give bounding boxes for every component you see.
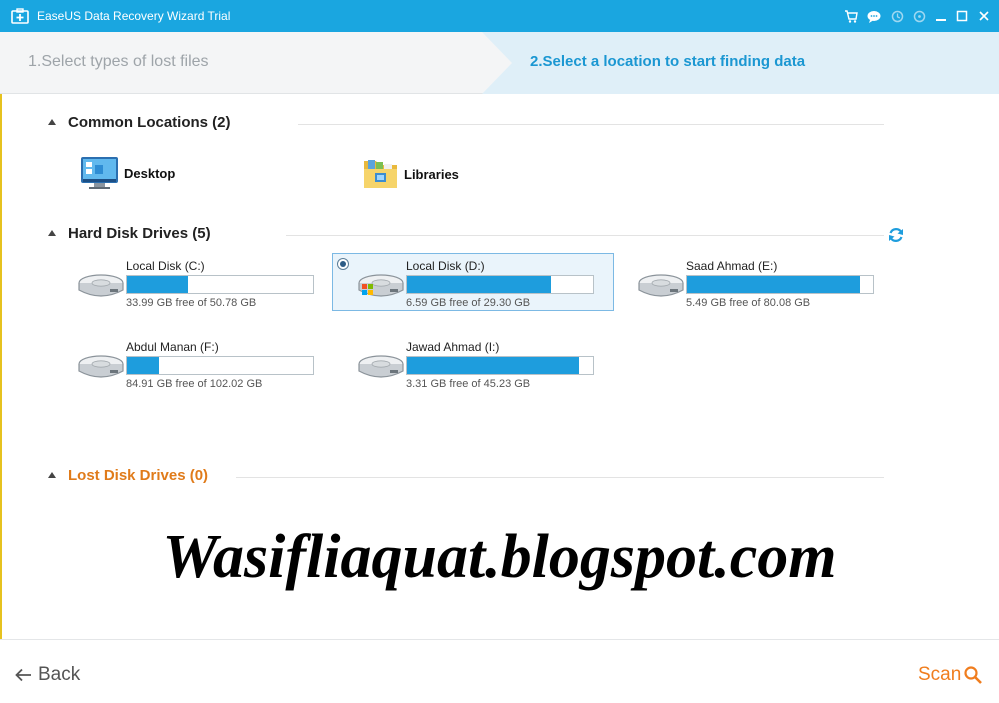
scan-button[interactable]: Scan bbox=[918, 664, 983, 686]
drive-tile[interactable]: Local Disk (C:) 33.99 GB free of 50.78 GB bbox=[53, 254, 335, 312]
drive-tile[interactable]: Abdul Manan (F:) 84.91 GB free of 102.02 … bbox=[53, 335, 335, 393]
window-title: EaseUS Data Recovery Wizard Trial bbox=[37, 9, 231, 23]
drive-name: Local Disk (C:) bbox=[126, 259, 205, 273]
drive-name: Local Disk (D:) bbox=[406, 259, 485, 273]
location-desktop[interactable]: Desktop bbox=[80, 155, 175, 191]
collapse-lost-icon[interactable] bbox=[48, 472, 56, 478]
drive-free-space: 5.49 GB free of 80.08 GB bbox=[686, 297, 811, 309]
libraries-label: Libraries bbox=[404, 166, 459, 182]
usage-bar-fill bbox=[687, 276, 860, 293]
drive-tile[interactable]: Saad Ahmad (E:) 5.49 GB free of 80.08 GB bbox=[613, 254, 895, 312]
scan-label: Scan bbox=[918, 664, 962, 685]
usage-bar-fill bbox=[127, 357, 159, 374]
common-locations-title: Common Locations (2) bbox=[68, 114, 231, 131]
title-bar[interactable]: EaseUS Data Recovery Wizard Trial bbox=[0, 0, 999, 32]
usage-bar bbox=[406, 275, 594, 294]
section-divider bbox=[236, 477, 884, 478]
step-1-label[interactable]: 1.Select types of lost files bbox=[28, 53, 209, 71]
usage-bar bbox=[406, 356, 594, 375]
drive-name: Jawad Ahmad (I:) bbox=[406, 340, 500, 354]
back-arrow-icon bbox=[15, 668, 31, 682]
footer: Back Scan bbox=[0, 639, 999, 703]
step-2-label: 2.Select a location to start finding dat… bbox=[530, 53, 806, 70]
section-divider bbox=[298, 124, 884, 125]
refresh-icon[interactable] bbox=[887, 226, 905, 244]
libraries-folder-icon bbox=[364, 160, 397, 188]
watermark-text: Wasifliaquat.blogspot.com bbox=[162, 523, 837, 591]
hard-drive-icon bbox=[358, 355, 404, 378]
help-icon[interactable] bbox=[911, 8, 927, 24]
drive-name: Abdul Manan (F:) bbox=[126, 340, 219, 354]
wizard-steps: 1.Select types of lost files 2.Select a … bbox=[0, 32, 999, 94]
selected-radio-icon[interactable] bbox=[337, 258, 349, 270]
hard-drive-icon bbox=[358, 274, 404, 297]
desktop-icon bbox=[81, 157, 118, 189]
search-icon bbox=[964, 666, 983, 684]
back-label: Back bbox=[38, 664, 81, 685]
drive-tile[interactable]: Jawad Ahmad (I:) 3.31 GB free of 45.23 GB bbox=[333, 335, 615, 393]
app-logo-icon bbox=[11, 8, 29, 24]
hard-disk-drives-title: Hard Disk Drives (5) bbox=[68, 225, 211, 242]
location-libraries[interactable]: Libraries bbox=[362, 155, 459, 193]
drive-tile[interactable]: Local Disk (D:) 6.59 GB free of 29.30 GB bbox=[332, 253, 614, 311]
lost-disk-drives-title: Lost Disk Drives (0) bbox=[68, 467, 209, 484]
drive-free-space: 33.99 GB free of 50.78 GB bbox=[126, 297, 257, 309]
desktop-label: Desktop bbox=[124, 165, 176, 181]
app-window: EaseUS Data Recovery Wizard Trial 1.Sele… bbox=[0, 0, 999, 703]
maximize-icon[interactable] bbox=[954, 8, 970, 24]
usage-bar bbox=[126, 275, 314, 294]
usage-bar bbox=[686, 275, 874, 294]
usage-bar-fill bbox=[127, 276, 189, 293]
collapse-hdd-icon[interactable] bbox=[48, 230, 56, 236]
close-icon[interactable] bbox=[976, 8, 992, 24]
back-button[interactable]: Back bbox=[14, 664, 80, 686]
usage-bar bbox=[126, 356, 314, 375]
cart-icon[interactable] bbox=[843, 8, 859, 24]
drive-name: Saad Ahmad (E:) bbox=[686, 259, 778, 273]
usage-bar-fill bbox=[407, 276, 552, 293]
hard-drive-icon bbox=[638, 274, 684, 297]
section-divider bbox=[286, 235, 884, 236]
minimize-icon[interactable] bbox=[933, 8, 949, 24]
drive-free-space: 6.59 GB free of 29.30 GB bbox=[406, 297, 531, 309]
drive-free-space: 3.31 GB free of 45.23 GB bbox=[406, 378, 531, 390]
update-icon[interactable] bbox=[889, 8, 905, 24]
chat-icon[interactable] bbox=[866, 8, 882, 24]
hard-drive-icon bbox=[78, 355, 124, 378]
collapse-common-icon[interactable] bbox=[48, 119, 56, 125]
hard-drive-icon bbox=[78, 274, 124, 297]
usage-bar-fill bbox=[407, 357, 580, 374]
drive-free-space: 84.91 GB free of 102.02 GB bbox=[126, 378, 263, 390]
